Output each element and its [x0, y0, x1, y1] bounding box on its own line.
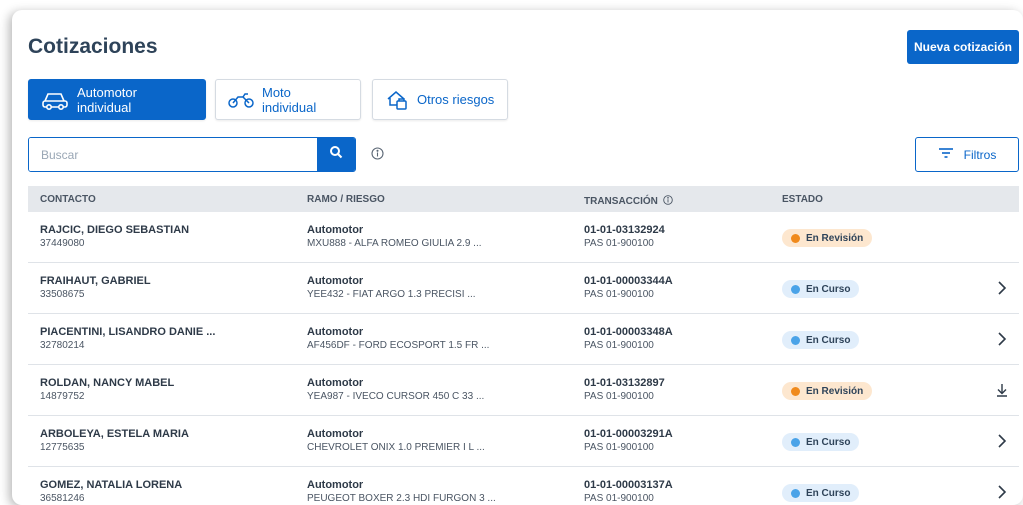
contact-id: 37449080 [40, 238, 85, 249]
filter-icon [938, 147, 954, 162]
search-input[interactable] [29, 138, 317, 171]
header-transaction: TRANSACCIÓN [584, 194, 673, 207]
tab-label: Moto individual [262, 84, 317, 115]
contact-id: 12775635 [40, 442, 85, 453]
status-label: En Curso [806, 487, 851, 499]
car-icon [41, 90, 69, 110]
status-dot [791, 437, 800, 447]
pas-number: PAS 01-900100 [584, 238, 654, 249]
status-dot [791, 233, 800, 243]
contact-name: ARBOLEYA, ESTELA MARIA [40, 428, 189, 440]
chevron-right-icon[interactable] [994, 433, 1010, 449]
table-row[interactable]: ARBOLEYA, ESTELA MARIA 12775635 Automoto… [28, 416, 1019, 467]
risk: CHEVROLET ONIX 1.0 PREMIER I L ... [307, 442, 485, 453]
search-button[interactable] [317, 138, 355, 171]
status-dot [791, 386, 800, 396]
pas-number: PAS 01-900100 [584, 442, 654, 453]
chevron-right-icon[interactable] [994, 331, 1010, 347]
transaction-number: 01-01-03132897 [584, 377, 665, 389]
header-contact: CONTACTO [40, 194, 96, 205]
risk: PEUGEOT BOXER 2.3 HDI FURGON 3 ... [307, 493, 496, 504]
chevron-right-icon[interactable] [994, 280, 1010, 296]
risk: AF456DF - FORD ECOSPORT 1.5 FR ... [307, 340, 490, 351]
header-transaction-label: TRANSACCIÓN [584, 196, 658, 207]
transaction-number: 01-01-00003137A [584, 479, 673, 491]
status-label: En Curso [806, 334, 851, 346]
status-badge: En Curso [782, 433, 860, 451]
contact-name: FRAIHAUT, GABRIEL [40, 275, 151, 287]
contact-id: 36581246 [40, 493, 85, 504]
contact-name: GOMEZ, NATALIA LORENA [40, 479, 183, 491]
contact-id: 33508675 [40, 289, 85, 300]
pas-number: PAS 01-900100 [584, 391, 654, 402]
header-status: ESTADO [782, 194, 823, 205]
contact-id: 14879752 [40, 391, 85, 402]
tab-moto-individual[interactable]: Moto individual [215, 79, 361, 120]
info-icon[interactable] [371, 147, 384, 165]
branch: Automotor [307, 428, 364, 440]
branch: Automotor [307, 326, 364, 338]
status-dot [791, 488, 800, 498]
table-header: CONTACTO RAMO / RIESGO TRANSACCIÓN ESTAD… [28, 186, 1019, 212]
new-quote-button[interactable]: Nueva cotización [907, 30, 1019, 64]
risk: MXU888 - ALFA ROMEO GIULIA 2.9 ... [307, 238, 482, 249]
transaction-number: 01-01-00003344A [584, 275, 673, 287]
status-badge: En Curso [782, 331, 860, 349]
transaction-number: 01-01-03132924 [584, 224, 665, 236]
branch: Automotor [307, 479, 364, 491]
branch: Automotor [307, 224, 364, 236]
table-row[interactable]: FRAIHAUT, GABRIEL 33508675 Automotor YEE… [28, 263, 1019, 314]
search-box [28, 137, 356, 172]
download-icon[interactable] [994, 382, 1010, 398]
quotes-panel: Cotizaciones Nueva cotización Automotor … [12, 10, 1023, 505]
table-row[interactable]: ROLDAN, NANCY MABEL 14879752 Automotor Y… [28, 365, 1019, 416]
filters-button[interactable]: Filtros [915, 137, 1019, 172]
contact-name: RAJCIC, DIEGO SEBASTIAN [40, 224, 190, 236]
page-title: Cotizaciones [28, 35, 158, 58]
status-badge: En Curso [782, 280, 860, 298]
home-risk-icon [385, 89, 409, 111]
contact-name: ROLDAN, NANCY MABEL [40, 377, 175, 389]
status-label: En Curso [806, 283, 851, 295]
tab-otros-riesgos[interactable]: Otros riesgos [372, 79, 508, 120]
pas-number: PAS 01-900100 [584, 493, 654, 504]
status-badge: En Curso [782, 484, 860, 502]
tab-automotor-individual[interactable]: Automotor individual [28, 79, 206, 120]
tab-label: Automotor individual [77, 84, 137, 115]
branch: Automotor [307, 377, 364, 389]
status-badge: En Revisión [782, 229, 873, 247]
status-badge: En Revisión [782, 382, 873, 400]
chevron-right-icon[interactable] [994, 484, 1010, 500]
search-icon [329, 145, 343, 164]
transaction-info-icon[interactable] [662, 195, 673, 208]
transaction-number: 01-01-00003291A [584, 428, 673, 440]
header-branch[interactable]: RAMO / RIESGO [307, 194, 385, 205]
tab-label: Otros riesgos [417, 92, 495, 107]
pas-number: PAS 01-900100 [584, 289, 654, 300]
status-label: En Revisión [806, 385, 864, 397]
risk: YEA987 - IVECO CURSOR 450 C 33 ... [307, 391, 485, 402]
risk: YEE432 - FIAT ARGO 1.3 PRECISI ... [307, 289, 476, 300]
branch: Automotor [307, 275, 364, 287]
transaction-number: 01-01-00003348A [584, 326, 673, 338]
status-dot [791, 335, 800, 345]
motorcycle-icon [228, 91, 254, 109]
filters-label: Filtros [963, 147, 997, 162]
table-row[interactable]: GOMEZ, NATALIA LORENA 36581246 Automotor… [28, 467, 1019, 505]
status-label: En Revisión [806, 232, 864, 244]
status-label: En Curso [806, 436, 851, 448]
status-dot [791, 284, 800, 294]
contact-id: 32780214 [40, 340, 85, 351]
pas-number: PAS 01-900100 [584, 340, 654, 351]
table-row[interactable]: RAJCIC, DIEGO SEBASTIAN 37449080 Automot… [28, 212, 1019, 263]
contact-name: PIACENTINI, LISANDRO DANIE ... [40, 326, 216, 338]
table-row[interactable]: PIACENTINI, LISANDRO DANIE ... 32780214 … [28, 314, 1019, 365]
